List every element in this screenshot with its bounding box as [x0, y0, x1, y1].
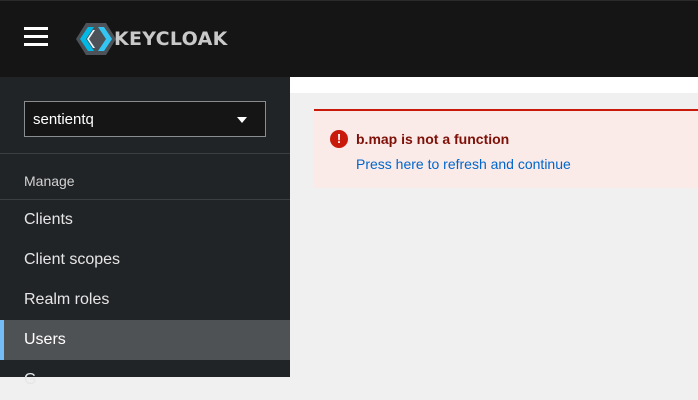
alert-title: b.map is not a function [356, 131, 510, 147]
sidebar-divider [0, 153, 290, 154]
sidebar-item-clients[interactable]: Clients [0, 200, 290, 240]
main-content: ! b.map is not a function Press here to … [290, 77, 698, 377]
refresh-link[interactable]: Press here to refresh and continue [356, 156, 571, 172]
keycloak-logo-icon [76, 23, 116, 55]
hamburger-menu-icon[interactable] [24, 27, 48, 49]
sidebar-item-partial[interactable]: G [0, 360, 290, 400]
sidebar-item-realm-roles[interactable]: Realm roles [0, 280, 290, 320]
realm-selector[interactable]: sentientq [24, 101, 266, 137]
realm-selector-value: sentientq [33, 110, 94, 128]
error-alert: ! b.map is not a function Press here to … [314, 109, 698, 188]
page-header-strip [290, 77, 698, 93]
keycloak-logo[interactable]: KEYCLOAK [76, 21, 228, 57]
exclamation-circle-icon: ! [330, 130, 348, 148]
masthead: KEYCLOAK [0, 0, 698, 77]
caret-down-icon [237, 117, 247, 123]
sidebar: sentientq Manage Clients Client scopes R… [0, 77, 290, 388]
logo-text: KEYCLOAK [114, 28, 228, 50]
sidebar-item-client-scopes[interactable]: Client scopes [0, 240, 290, 280]
sidebar-item-users[interactable]: Users [0, 320, 290, 360]
nav-section-manage: Manage [24, 173, 75, 189]
